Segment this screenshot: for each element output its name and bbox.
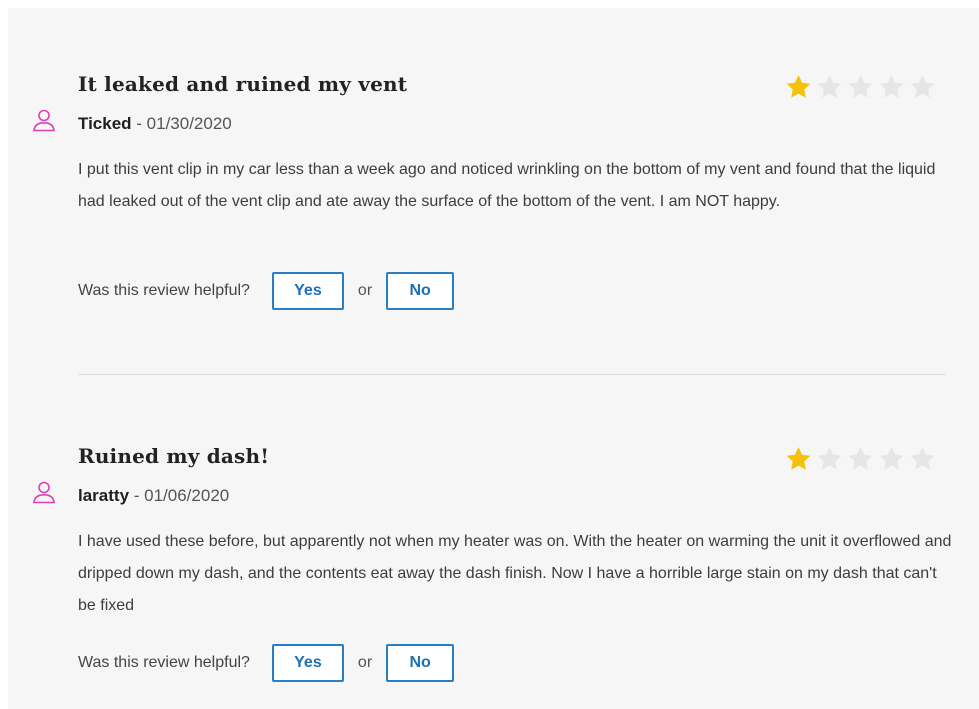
user-outline-icon bbox=[33, 481, 55, 504]
helpful-no-button[interactable]: No bbox=[386, 272, 455, 310]
helpful-prompt: Was this review helpful? Yes or No bbox=[78, 272, 455, 310]
star-icon bbox=[879, 75, 904, 98]
review-divider bbox=[78, 374, 946, 375]
star-icon bbox=[786, 75, 811, 98]
review-title: It leaked and ruined my vent bbox=[78, 72, 408, 96]
star-icon bbox=[848, 75, 873, 98]
review-date: - 01/06/2020 bbox=[129, 486, 230, 505]
helpful-no-button[interactable]: No bbox=[386, 644, 455, 682]
star-icon bbox=[879, 447, 904, 470]
star-icon bbox=[817, 75, 842, 98]
review-byline: Ticked - 01/30/2020 bbox=[78, 114, 232, 134]
helpful-yes-button[interactable]: Yes bbox=[271, 272, 344, 310]
star-icon bbox=[910, 447, 935, 470]
or-label: or bbox=[357, 282, 373, 299]
helpful-yes-button[interactable]: Yes bbox=[271, 644, 344, 682]
review-byline: laratty - 01/06/2020 bbox=[78, 486, 229, 506]
review-date: - 01/30/2020 bbox=[131, 114, 232, 133]
user-outline-icon bbox=[33, 109, 55, 132]
star-rating bbox=[783, 444, 938, 474]
or-label: or bbox=[357, 654, 373, 671]
star-icon bbox=[817, 447, 842, 470]
star-icon bbox=[848, 447, 873, 470]
helpful-prompt: Was this review helpful? Yes or No bbox=[78, 644, 455, 682]
helpful-label: Was this review helpful? bbox=[78, 654, 250, 671]
review-title: Ruined my dash! bbox=[78, 444, 270, 468]
review-body: I put this vent clip in my car less than… bbox=[78, 161, 936, 210]
star-rating bbox=[783, 72, 938, 102]
review-body: I have used these before, but apparently… bbox=[78, 533, 952, 614]
helpful-label: Was this review helpful? bbox=[78, 282, 250, 299]
review-author: laratty bbox=[78, 486, 130, 505]
star-icon bbox=[786, 447, 811, 470]
review-author: Ticked bbox=[78, 114, 132, 133]
reviews-panel: It leaked and ruined my vent Ticked - 01… bbox=[8, 8, 979, 709]
star-icon bbox=[910, 75, 935, 98]
